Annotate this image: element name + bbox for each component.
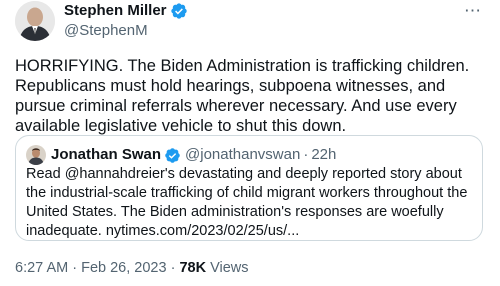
verified-badge-icon	[170, 3, 187, 19]
more-options-icon[interactable]: ⋯	[464, 2, 482, 20]
quoted-separator: ·	[303, 146, 309, 163]
tweet-text: HORRIFYING. The Biden Administration is …	[15, 57, 470, 135]
quoted-tweet-header: Jonathan Swan @jonathanvswan · 22h	[26, 145, 336, 165]
author-handle[interactable]: @StephenM	[64, 21, 148, 41]
views-label: Views	[210, 260, 249, 276]
quoted-author-handle[interactable]: @jonathanvswan	[185, 146, 300, 164]
quoted-author-avatar[interactable]	[26, 145, 46, 165]
author-name-text[interactable]: Stephen Miller	[64, 1, 167, 21]
meta-separator: ·	[170, 260, 176, 276]
views-count: 78K	[179, 260, 207, 276]
tweet-meta: 6:27 AM · Feb 26, 2023 · 78K Views	[15, 258, 249, 278]
quoted-tweet-card[interactable]: Jonathan Swan @jonathanvswan · 22h Read …	[15, 135, 483, 241]
quoted-author-name[interactable]: Jonathan Swan	[51, 146, 161, 164]
quoted-time[interactable]: 22h	[311, 146, 336, 164]
author-avatar[interactable]	[15, 1, 55, 41]
quoted-tweet-text: Read @hannahdreier's devastating and dee…	[26, 166, 468, 239]
tweet-timestamp[interactable]: 6:27 AM · Feb 26, 2023	[15, 260, 167, 276]
quoted-verified-badge-icon	[165, 147, 180, 163]
author-name[interactable]: Stephen Miller	[64, 1, 188, 21]
